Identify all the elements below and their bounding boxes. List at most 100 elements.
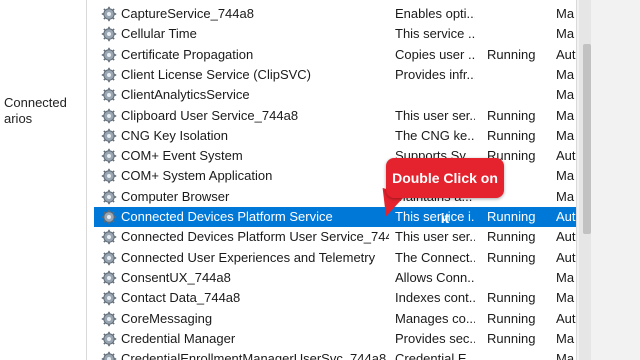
- service-name: COM+ System Application: [121, 168, 273, 184]
- service-row[interactable]: CoreMessaging Manages co... Running Aut: [94, 309, 576, 329]
- left-panel-text: Connected arios: [4, 95, 67, 127]
- scrollbar-track[interactable]: [579, 0, 591, 360]
- service-startup-type: Aut: [556, 148, 576, 164]
- service-row[interactable]: ClientAnalyticsService Ma: [94, 85, 576, 105]
- service-name: CaptureService_744a8: [121, 6, 254, 21]
- service-row[interactable]: Credential Manager Provides sec... Running…: [94, 329, 576, 349]
- gear-icon: [101, 209, 117, 225]
- service-status: Running: [487, 127, 536, 143]
- gear-icon: [101, 189, 117, 205]
- service-startup-type: Aut: [556, 229, 576, 245]
- service-row[interactable]: CaptureService_744a8 Enables opti... Ma: [94, 4, 576, 24]
- gear-icon: [101, 47, 117, 63]
- services-list: CaptureService_744a8 Enables opti... Ma Cel…: [94, 0, 577, 360]
- service-row[interactable]: CNG Key Isolation The CNG ke... Running Ma: [94, 126, 576, 146]
- service-name: Clipboard User Service_744a8: [121, 107, 299, 123]
- service-name: Contact Data_744a8: [121, 290, 241, 306]
- service-description: Enables opti...: [395, 6, 475, 21]
- service-description: This service ...: [395, 26, 475, 42]
- service-name: Connected Devices Platform Service: [121, 209, 333, 224]
- gear-icon: [101, 6, 117, 22]
- service-row[interactable]: Connected Devices Platform User Service_…: [94, 227, 576, 247]
- gear-icon: [101, 26, 117, 42]
- service-startup-type: Ma: [556, 330, 575, 346]
- service-startup-type: Ma: [556, 107, 575, 123]
- service-description: Provides infr...: [395, 66, 475, 82]
- service-name: Cellular Time: [121, 26, 197, 42]
- service-name: COM+ Event System: [121, 148, 243, 164]
- service-status: Running: [487, 310, 536, 326]
- service-status: [487, 65, 551, 85]
- service-name: Certificate Propagation: [121, 46, 254, 62]
- gear-icon: [101, 108, 117, 124]
- service-status: Running: [487, 46, 536, 62]
- left-panel-line-1: Connected: [4, 95, 67, 110]
- service-description: Allows Conn...: [395, 269, 475, 285]
- service-status: [487, 24, 551, 44]
- service-row[interactable]: Cellular Time This service ... Ma: [94, 24, 576, 44]
- gear-icon: [101, 290, 117, 306]
- service-name: Connected Devices Platform User Service_…: [121, 229, 389, 245]
- service-row[interactable]: Clipboard User Service_744a8 This user se…: [94, 106, 576, 126]
- gear-icon: [101, 351, 117, 360]
- service-startup-type: Aut: [556, 46, 576, 62]
- gear-icon: [101, 168, 117, 184]
- service-startup-type: Ma: [556, 188, 575, 204]
- service-status: Running: [487, 229, 536, 245]
- gear-icon: [101, 331, 117, 347]
- service-status: Running: [487, 330, 536, 346]
- left-panel: Connected arios: [0, 0, 87, 360]
- service-startup-type: Ma: [556, 127, 575, 143]
- callout-annotation: Double Click on it: [386, 158, 504, 226]
- service-name: Connected User Experiences and Telemetry: [121, 249, 376, 265]
- gear-icon: [101, 128, 117, 144]
- gear-icon: [101, 67, 117, 83]
- right-panel: [577, 0, 640, 360]
- service-startup-type: Ma: [556, 87, 575, 103]
- service-row[interactable]: ConsentUX_744a8 Allows Conn... Ma: [94, 268, 576, 288]
- service-row[interactable]: Certificate Propagation Copies user ... Ru…: [94, 45, 576, 65]
- service-startup-type: Aut: [556, 249, 576, 265]
- gear-icon: [101, 311, 117, 327]
- service-startup-type: Ma: [556, 66, 575, 82]
- gear-icon: [101, 87, 117, 103]
- service-status: [487, 4, 551, 24]
- gear-icon: [101, 229, 117, 245]
- service-status: Running: [487, 209, 536, 224]
- service-description: [395, 85, 475, 105]
- service-name: Credential Manager: [121, 330, 236, 346]
- service-description: Manages co...: [395, 310, 475, 326]
- service-description: This service i...: [395, 209, 475, 224]
- service-name: CNG Key Isolation: [121, 127, 228, 143]
- service-name: ConsentUX_744a8: [121, 269, 231, 285]
- service-status: Running: [487, 249, 536, 265]
- service-startup-type: Ma: [556, 26, 575, 42]
- service-name: CoreMessaging: [121, 310, 213, 326]
- left-panel-line-2: arios: [4, 111, 33, 126]
- gear-icon: [101, 250, 117, 266]
- scrollbar-thumb[interactable]: [583, 44, 591, 234]
- service-name: CredentialEnrollmentManagerUserSvc_744a8: [121, 351, 387, 360]
- service-startup-type: Ma: [556, 6, 575, 21]
- service-startup-type: Aut: [556, 209, 576, 224]
- service-description: Copies user ...: [395, 46, 475, 62]
- service-startup-type: Ma: [556, 351, 575, 360]
- service-startup-type: Ma: [556, 168, 575, 184]
- gear-icon: [101, 270, 117, 286]
- service-status: [487, 268, 551, 288]
- service-row[interactable]: Contact Data_744a8 Indexes cont... Running…: [94, 288, 576, 308]
- service-status: Running: [487, 107, 536, 123]
- service-name: Computer Browser: [121, 188, 230, 204]
- service-row-selected[interactable]: Connected Devices Platform Service This s…: [94, 207, 576, 227]
- gear-icon: [101, 148, 117, 164]
- service-status: Running: [487, 290, 536, 306]
- service-startup-type: Ma: [556, 290, 575, 306]
- service-status: [487, 85, 551, 105]
- service-row[interactable]: Connected User Experiences and Telemetry…: [94, 248, 576, 268]
- service-startup-type: Ma: [556, 269, 575, 285]
- service-description: Credential E...: [395, 351, 475, 360]
- service-row[interactable]: Client License Service (ClipSVC) Provides…: [94, 65, 576, 85]
- service-row[interactable]: CredentialEnrollmentManagerUserSvc_744a8…: [94, 349, 576, 360]
- service-description: Provides sec...: [395, 330, 475, 346]
- service-name: ClientAnalyticsService: [121, 87, 250, 103]
